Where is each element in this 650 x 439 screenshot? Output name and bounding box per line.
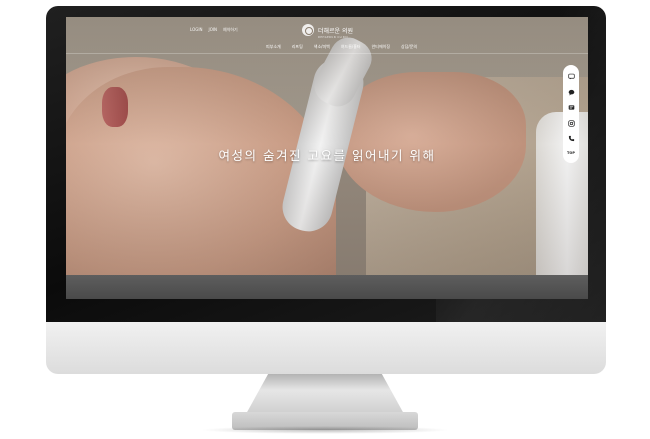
nav-item-1[interactable]: 피부소개 bbox=[266, 44, 281, 50]
logo-text: 더해르운 의원 bbox=[318, 27, 354, 35]
nav-divider bbox=[66, 53, 588, 54]
instagram-icon[interactable] bbox=[567, 120, 575, 127]
nav-item-2[interactable]: 리프팅 bbox=[292, 44, 303, 50]
main-nav: 피부소개 리프팅 색소/미백 여드름/흉터 안티에이징 상담/문의 bbox=[266, 44, 417, 50]
nav-item-4[interactable]: 여드름/흉터 bbox=[341, 44, 361, 50]
blog-icon[interactable] bbox=[568, 104, 575, 111]
scroll-top-button[interactable]: TOP bbox=[567, 151, 575, 155]
quick-menu-bar: TOP bbox=[563, 65, 579, 163]
monitor-stand bbox=[246, 374, 404, 414]
top-link-join[interactable]: JOIN bbox=[209, 27, 218, 33]
logo-subtext: DEHAERUN CLINIC bbox=[318, 36, 349, 39]
chat-icon[interactable] bbox=[568, 89, 575, 96]
footer-strip bbox=[66, 275, 588, 299]
website-screen: LOGIN JOIN 예약하기 더해르운 의원 DEHAERUN CLINIC … bbox=[66, 17, 588, 299]
site-logo[interactable]: 더해르운 의원 bbox=[302, 24, 353, 36]
top-utility-links: LOGIN JOIN 예약하기 bbox=[190, 27, 238, 33]
top-link-reserve[interactable]: 예약하기 bbox=[223, 27, 238, 33]
phone-icon[interactable] bbox=[568, 135, 575, 142]
monitor-shadow bbox=[200, 426, 450, 434]
nav-item-5[interactable]: 안티에이징 bbox=[372, 44, 390, 50]
logo-mark-icon bbox=[302, 24, 314, 36]
top-link-login[interactable]: LOGIN bbox=[190, 27, 203, 33]
talk-icon[interactable] bbox=[567, 73, 575, 80]
monitor-chin bbox=[46, 322, 606, 374]
hero-headline: 여성의 숨겨진 고요를 읽어내기 위해 bbox=[218, 148, 436, 163]
nav-item-3[interactable]: 색소/미백 bbox=[314, 44, 330, 50]
nav-item-6[interactable]: 상담/문의 bbox=[401, 44, 417, 50]
